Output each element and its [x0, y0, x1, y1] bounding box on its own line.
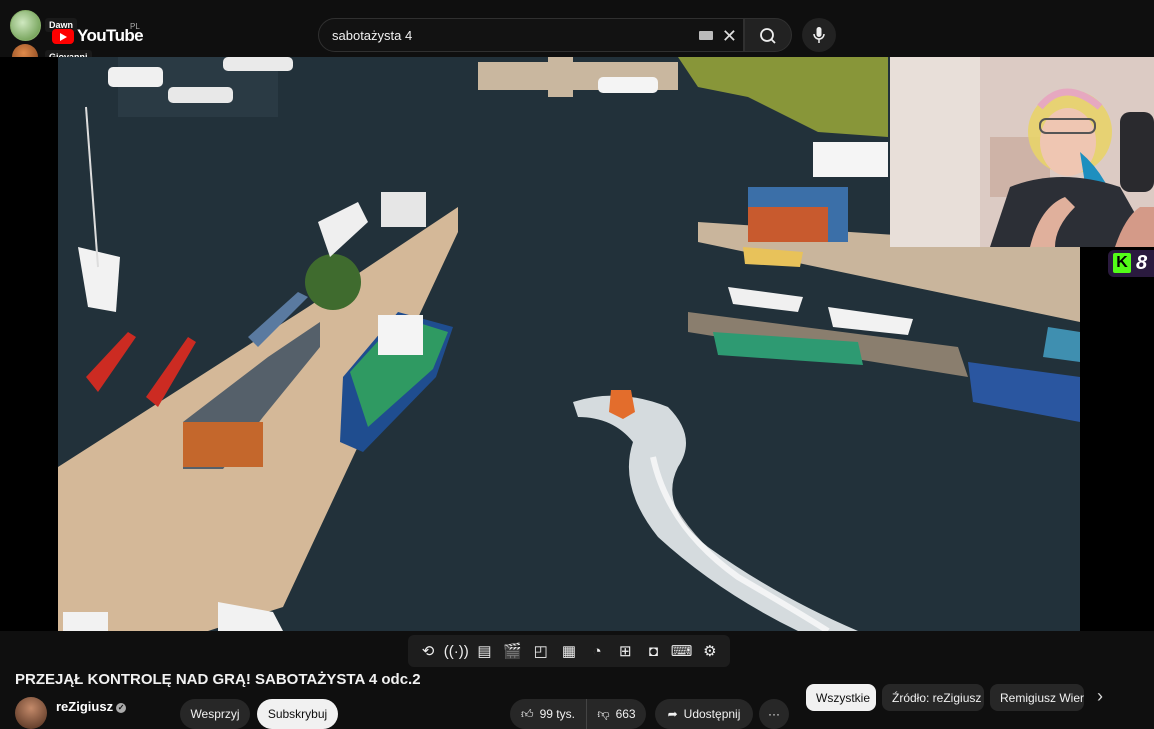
top-bar: Dawn Giovanni YouTube PL sabotażysta 4 ✕ — [0, 0, 890, 70]
settings-icon[interactable]: ⚙ — [700, 641, 720, 661]
search-box[interactable]: sabotażysta 4 ✕ — [318, 18, 744, 52]
clapper-icon[interactable]: 🎬 — [503, 641, 523, 661]
stats-icon[interactable]: ▤ — [474, 641, 494, 661]
viewer-avatar-dawn — [10, 10, 41, 41]
video-player[interactable]: K 8 — [0, 57, 1154, 631]
picture-in-picture-icon[interactable]: ◰ — [531, 641, 551, 661]
clear-search-icon[interactable]: ✕ — [722, 26, 737, 47]
microphone-icon — [813, 27, 825, 43]
chip-related[interactable]: Remigiusz Wierzgoń — [990, 684, 1084, 711]
thumbs-down-icon: 👎︎ — [597, 706, 610, 721]
streamer-webcam — [890, 57, 1154, 247]
more-actions-button[interactable]: ··· — [759, 699, 789, 729]
channel-avatar[interactable] — [15, 697, 47, 729]
captions-icon[interactable]: ▦ — [559, 641, 579, 661]
channel-name[interactable]: reZigiusz ✓ — [56, 699, 127, 714]
chip-all[interactable]: Wszystkie — [806, 684, 876, 711]
search-input[interactable]: sabotażysta 4 — [332, 28, 412, 43]
kick-viewer-count: 8 — [1136, 252, 1148, 274]
like-count: 99 tys. — [539, 707, 575, 721]
country-code: PL — [130, 22, 140, 31]
youtube-play-icon — [52, 28, 74, 44]
subscribe-button[interactable]: Subskrybuj — [257, 699, 338, 729]
share-label: Udostępnij — [683, 707, 741, 721]
thumbs-up-icon: 👍︎ — [521, 706, 534, 721]
share-icon: ➦ — [667, 707, 678, 721]
streamer-image — [890, 57, 1154, 247]
keyboard-shortcuts-icon[interactable]: ⌨ — [671, 641, 693, 661]
share-button[interactable]: ➦ Udostępnij — [655, 699, 753, 729]
channel-name-text[interactable]: reZigiusz — [56, 699, 113, 714]
player-controls: ⟲ ((·)) ▤ 🎬 ◰ ▦ ◔ ⊞ ◘ ⌨ ⚙ — [408, 635, 730, 667]
video-title: PRZEJĄŁ KONTROLĘ NAD GRĄ! SABOTAŻYSTA 4 … — [15, 671, 421, 688]
dislike-count: 663 — [615, 707, 636, 721]
keyboard-icon[interactable] — [699, 31, 713, 40]
search-button[interactable] — [744, 18, 792, 52]
screenshot-icon[interactable]: ◘ — [643, 641, 663, 661]
radio-icon[interactable]: ((·)) — [444, 641, 469, 661]
chip-source[interactable]: Źródło: reZigiusz — [882, 684, 984, 711]
loop-icon[interactable]: ⟲ — [418, 641, 438, 661]
like-button[interactable]: 👍︎ 99 tys. — [510, 699, 586, 729]
dislike-button[interactable]: 👎︎ 663 — [586, 699, 646, 729]
verified-icon: ✓ — [116, 703, 127, 713]
kick-viewer-badge: K 8 — [1108, 250, 1154, 277]
search-icon — [760, 28, 776, 44]
kick-logo-icon: K — [1113, 253, 1131, 273]
chevron-right-icon[interactable]: › — [1097, 686, 1103, 707]
voice-search-button[interactable] — [802, 18, 836, 52]
speed-icon[interactable]: ◔ — [587, 641, 607, 661]
add-playlist-icon[interactable]: ⊞ — [615, 641, 635, 661]
support-button[interactable]: Wesprzyj — [180, 699, 250, 729]
